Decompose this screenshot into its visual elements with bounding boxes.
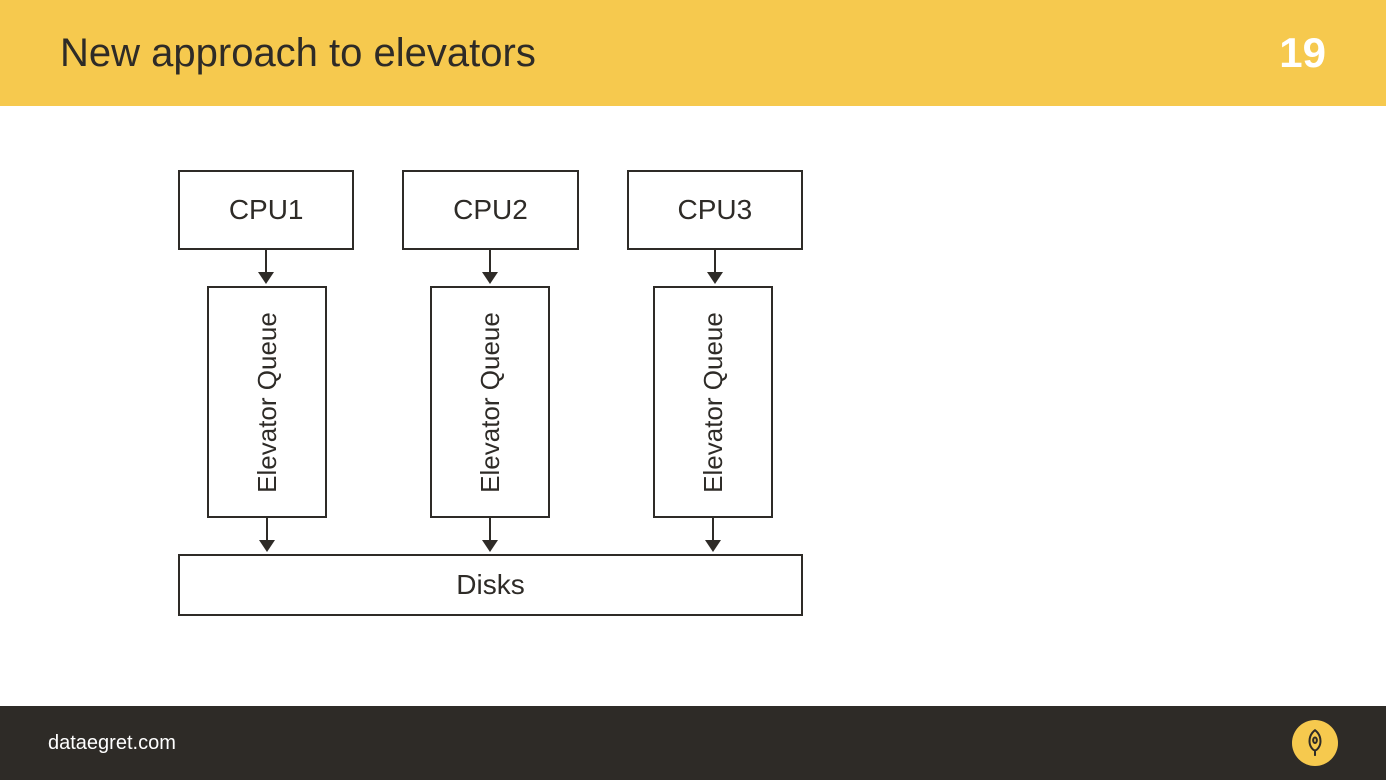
brand-logo-icon	[1292, 720, 1338, 766]
cpu3-box: CPU3	[627, 170, 803, 250]
arrow-row-top	[178, 250, 803, 286]
queue-label: Elevator Queue	[698, 312, 729, 493]
elevator-queue-3: Elevator Queue	[653, 286, 773, 518]
arrow-down-icon	[480, 250, 500, 286]
elevator-queue-2: Elevator Queue	[430, 286, 550, 518]
arrow-down-icon	[257, 518, 277, 554]
elevator-queue-1: Elevator Queue	[207, 286, 327, 518]
arrow-row-bottom	[207, 518, 803, 554]
page-number: 19	[1279, 29, 1326, 77]
queue-row: Elevator Queue Elevator Queue Elevator Q…	[207, 286, 803, 518]
queue-label: Elevator Queue	[475, 312, 506, 493]
slide-footer: dataegret.com	[0, 706, 1386, 780]
arrow-down-icon	[703, 518, 723, 554]
cpu-row: CPU1 CPU2 CPU3	[178, 170, 803, 250]
arrow-down-icon	[480, 518, 500, 554]
footer-text: dataegret.com	[48, 732, 176, 755]
slide-title: New approach to elevators	[60, 31, 536, 76]
queue-label: Elevator Queue	[252, 312, 283, 493]
arrow-down-icon	[256, 250, 276, 286]
arrow-down-icon	[705, 250, 725, 286]
disks-box: Disks	[178, 554, 803, 616]
cpu2-box: CPU2	[402, 170, 578, 250]
cpu1-box: CPU1	[178, 170, 354, 250]
architecture-diagram: CPU1 CPU2 CPU3 Elevator Queue Elevator Q…	[178, 170, 803, 616]
slide-header: New approach to elevators 19	[0, 0, 1386, 106]
